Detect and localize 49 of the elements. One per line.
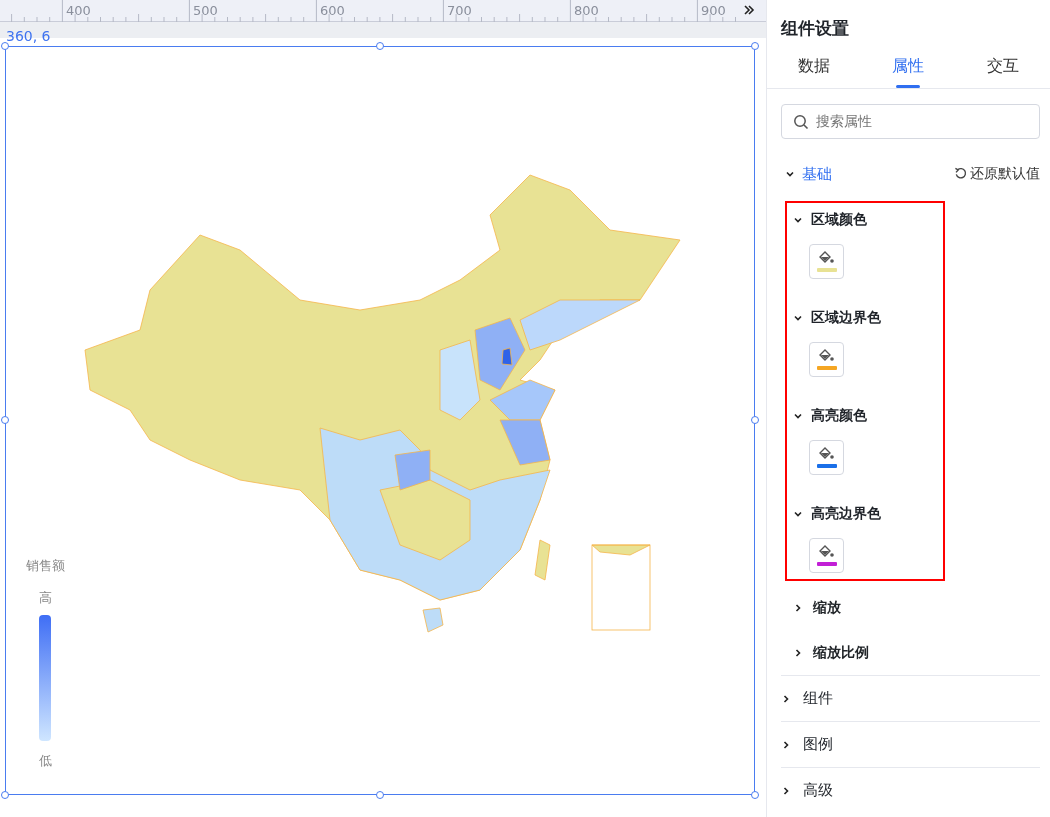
section-title[interactable]: 基础 <box>802 162 832 185</box>
color-picker-button[interactable] <box>809 342 844 377</box>
paint-bucket-icon <box>818 349 835 363</box>
property-label[interactable]: 缩放 <box>813 597 841 618</box>
ruler-label: 800 <box>574 2 599 20</box>
undo-icon <box>953 167 967 181</box>
property-label: 高亮颜色 <box>811 406 867 425</box>
property-label: 区域边界色 <box>811 308 881 327</box>
panel-title: 组件设置 <box>781 17 850 40</box>
resize-handle[interactable] <box>1 416 9 424</box>
legend-title: 销售额 <box>25 557 65 575</box>
property-label: 区域颜色 <box>811 210 867 229</box>
resize-handle[interactable] <box>1 791 9 799</box>
expand-icon[interactable] <box>743 4 755 16</box>
property-label: 高亮边界色 <box>811 504 881 523</box>
reset-button[interactable]: 还原默认值 <box>953 163 1040 185</box>
legend-low-label: 低 <box>38 752 52 770</box>
chevron-right-icon[interactable] <box>781 785 791 796</box>
ruler-label: 600 <box>320 2 345 20</box>
color-picker-button[interactable] <box>809 244 844 279</box>
ruler-label: 400 <box>66 2 91 20</box>
section-title[interactable]: 组件 <box>803 687 833 710</box>
tab[interactable]: 属性 <box>882 49 935 88</box>
property-label[interactable]: 缩放比例 <box>813 642 869 663</box>
resize-handle[interactable] <box>751 42 759 50</box>
ruler-label: 700 <box>447 2 472 20</box>
chevron-right-icon[interactable] <box>781 739 791 750</box>
paint-bucket-icon <box>818 447 835 461</box>
resize-handle[interactable] <box>751 791 759 799</box>
section-title[interactable]: 高级 <box>803 779 833 802</box>
resize-handle[interactable] <box>376 791 384 799</box>
search-field[interactable]: 搜索属性 <box>781 103 1040 139</box>
paint-bucket-icon <box>818 251 835 265</box>
position-label: 360, 6 <box>6 27 51 46</box>
chevron-right-icon[interactable] <box>781 693 791 704</box>
color-picker-button[interactable] <box>809 440 844 475</box>
paint-bucket-icon <box>818 545 835 559</box>
resize-handle[interactable] <box>1 42 9 50</box>
color-picker-button[interactable] <box>809 538 844 573</box>
ruler-label: 900 <box>701 2 726 20</box>
resize-handle[interactable] <box>376 42 384 50</box>
tab[interactable]: 交互 <box>976 49 1029 88</box>
resize-handle[interactable] <box>751 416 759 424</box>
section-title[interactable]: 图例 <box>803 733 833 756</box>
chevron-right-icon[interactable] <box>793 602 803 613</box>
legend-high-label: 高 <box>38 588 52 607</box>
tab[interactable]: 数据 <box>788 49 841 88</box>
chevron-right-icon[interactable] <box>793 647 803 658</box>
ruler-label: 500 <box>193 2 218 20</box>
